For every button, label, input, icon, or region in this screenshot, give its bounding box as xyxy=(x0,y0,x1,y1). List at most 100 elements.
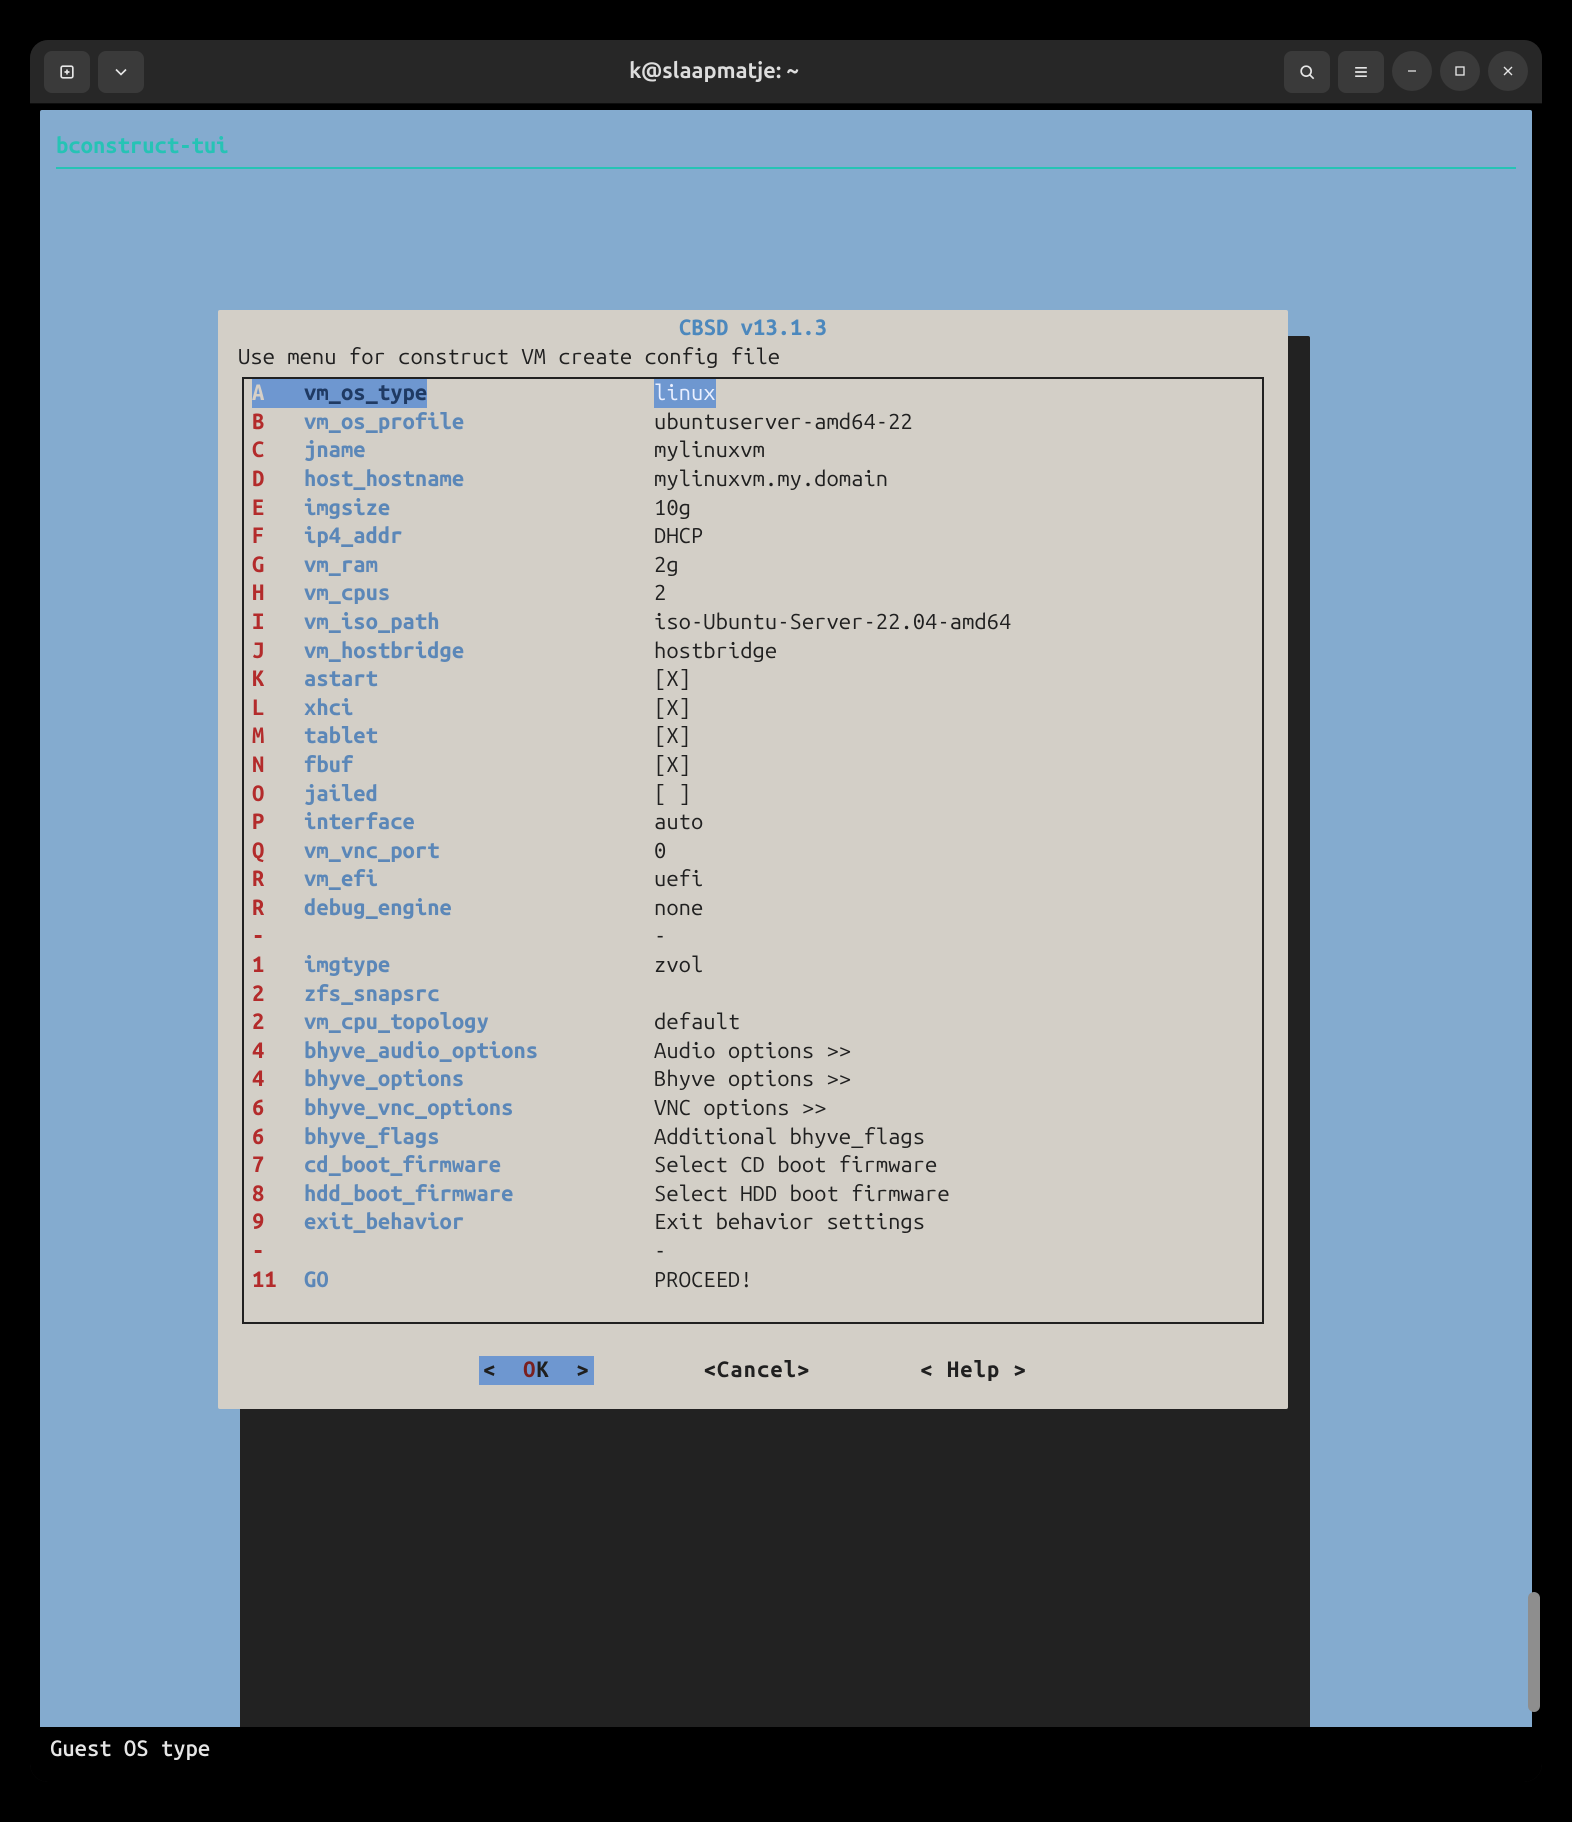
row-field: debug_engine xyxy=(304,894,654,923)
config-row-zfs_snapsrc[interactable]: 2zfs_snapsrc xyxy=(244,980,1262,1009)
row-value: 2g xyxy=(654,551,1254,580)
row-key: K xyxy=(252,665,304,694)
config-row-jailed[interactable]: Ojailed[ ] xyxy=(244,780,1262,809)
search-icon xyxy=(1297,62,1317,82)
config-row-vm_os_type[interactable]: Avm_os_typelinux xyxy=(244,379,1262,408)
config-row-GO[interactable]: 11GOPROCEED! xyxy=(244,1266,1262,1295)
hamburger-menu-button[interactable] xyxy=(1338,51,1384,93)
minimize-button[interactable] xyxy=(1392,51,1432,91)
config-row-sep-19[interactable]: -- xyxy=(244,922,1262,951)
dialog-button-row: < OK > <Cancel> < Help > xyxy=(218,1324,1288,1395)
row-value: Exit behavior settings xyxy=(654,1208,1254,1237)
row-value: [X] xyxy=(654,665,1254,694)
ok-button[interactable]: < OK > xyxy=(479,1356,594,1385)
scrollbar-thumb[interactable] xyxy=(1528,1592,1540,1712)
row-value: mylinuxvm xyxy=(654,436,1254,465)
row-field: fbuf xyxy=(304,751,654,780)
help-button[interactable]: < Help > xyxy=(920,1356,1027,1385)
row-field: vm_ram xyxy=(304,551,654,580)
search-button[interactable] xyxy=(1284,51,1330,93)
config-row-imgsize[interactable]: Eimgsize10g xyxy=(244,494,1262,523)
config-row-cd_boot_firmware[interactable]: 7cd_boot_firmwareSelect CD boot firmware xyxy=(244,1151,1262,1180)
config-row-tablet[interactable]: Mtablet[X] xyxy=(244,722,1262,751)
maximize-button[interactable] xyxy=(1440,51,1480,91)
config-row-host_hostname[interactable]: Dhost_hostnamemylinuxvm.my.domain xyxy=(244,465,1262,494)
config-listbox: Avm_os_typelinuxBvm_os_profileubuntuserv… xyxy=(242,377,1264,1324)
row-value: 0 xyxy=(654,837,1254,866)
dialog-subtitle: Use menu for construct VM create config … xyxy=(218,343,1288,378)
config-row-fbuf[interactable]: Nfbuf[X] xyxy=(244,751,1262,780)
config-row-bhyve_flags[interactable]: 6bhyve_flagsAdditional bhyve_flags xyxy=(244,1123,1262,1152)
row-key: H xyxy=(252,579,304,608)
config-row-jname[interactable]: Cjnamemylinuxvm xyxy=(244,436,1262,465)
row-value: ubuntuserver-amd64-22 xyxy=(654,408,1254,437)
row-field: astart xyxy=(304,665,654,694)
row-key: 1 xyxy=(252,951,304,980)
tab-dropdown-button[interactable] xyxy=(98,51,144,93)
row-key: M xyxy=(252,722,304,751)
config-row-vm_cpus[interactable]: Hvm_cpus2 xyxy=(244,579,1262,608)
close-icon xyxy=(1500,63,1516,79)
close-button[interactable] xyxy=(1488,51,1528,91)
row-field: bhyve_flags xyxy=(304,1123,654,1152)
dialog-title: CBSD v13.1.3 xyxy=(218,314,1288,343)
row-value: Select CD boot firmware xyxy=(654,1151,1254,1180)
row-key: 8 xyxy=(252,1180,304,1209)
row-key: 4 xyxy=(252,1037,304,1066)
config-row-interface[interactable]: Pinterfaceauto xyxy=(244,808,1262,837)
row-field: bhyve_audio_options xyxy=(304,1037,654,1066)
config-row-debug_engine[interactable]: Rdebug_enginenone xyxy=(244,894,1262,923)
new-tab-button[interactable] xyxy=(44,51,90,93)
row-field: xhci xyxy=(304,694,654,723)
maximize-icon xyxy=(1452,63,1468,79)
row-value: 2 xyxy=(654,579,1254,608)
minimize-icon xyxy=(1404,63,1420,79)
config-row-imgtype[interactable]: 1imgtypezvol xyxy=(244,951,1262,980)
row-key: - xyxy=(252,922,304,951)
config-row-vm_vnc_port[interactable]: Qvm_vnc_port0 xyxy=(244,837,1262,866)
config-row-vm_cpu_topology[interactable]: 2vm_cpu_topologydefault xyxy=(244,1008,1262,1037)
row-key: R xyxy=(252,894,304,923)
config-row-ip4_addr[interactable]: Fip4_addrDHCP xyxy=(244,522,1262,551)
config-row-bhyve_audio_options[interactable]: 4bhyve_audio_optionsAudio options >> xyxy=(244,1037,1262,1066)
row-field: vm_cpu_topology xyxy=(304,1008,654,1037)
row-field: vm_efi xyxy=(304,865,654,894)
row-value: zvol xyxy=(654,951,1254,980)
row-value: [X] xyxy=(654,722,1254,751)
cancel-button[interactable]: <Cancel> xyxy=(704,1356,811,1385)
config-row-hdd_boot_firmware[interactable]: 8hdd_boot_firmwareSelect HDD boot firmwa… xyxy=(244,1180,1262,1209)
row-value: default xyxy=(654,1008,1254,1037)
config-row-vm_ram[interactable]: Gvm_ram2g xyxy=(244,551,1262,580)
row-field: vm_os_type xyxy=(304,379,427,408)
config-row-vm_efi[interactable]: Rvm_efiuefi xyxy=(244,865,1262,894)
row-value: Select HDD boot firmware xyxy=(654,1180,1254,1209)
row-value: Additional bhyve_flags xyxy=(654,1123,1254,1152)
row-field: vm_iso_path xyxy=(304,608,654,637)
row-field xyxy=(304,922,654,951)
chevron-down-icon xyxy=(111,62,131,82)
row-value: Bhyve options >> xyxy=(654,1065,1254,1094)
row-field: jname xyxy=(304,436,654,465)
terminal-canvas: bconstruct-tui CBSD v13.1.3 Use menu for… xyxy=(40,110,1532,1750)
row-field: tablet xyxy=(304,722,654,751)
row-field: imgsize xyxy=(304,494,654,523)
row-key: 9 xyxy=(252,1208,304,1237)
config-row-exit_behavior[interactable]: 9exit_behaviorExit behavior settings xyxy=(244,1208,1262,1237)
window-title: k@slaapmatje: ~ xyxy=(152,57,1276,86)
row-field: GO xyxy=(304,1266,654,1295)
row-key: I xyxy=(252,608,304,637)
row-key: R xyxy=(252,865,304,894)
config-row-sep-30[interactable]: -- xyxy=(244,1237,1262,1266)
config-row-vm_iso_path[interactable]: Ivm_iso_pathiso-Ubuntu-Server-22.04-amd6… xyxy=(244,608,1262,637)
row-key: F xyxy=(252,522,304,551)
config-row-bhyve_vnc_options[interactable]: 6bhyve_vnc_optionsVNC options >> xyxy=(244,1094,1262,1123)
row-value: mylinuxvm.my.domain xyxy=(654,465,1254,494)
row-key: - xyxy=(252,1237,304,1266)
row-field xyxy=(304,1237,654,1266)
config-row-vm_hostbridge[interactable]: Jvm_hostbridgehostbridge xyxy=(244,637,1262,666)
config-row-astart[interactable]: Kastart[X] xyxy=(244,665,1262,694)
config-row-xhci[interactable]: Lxhci[X] xyxy=(244,694,1262,723)
config-row-vm_os_profile[interactable]: Bvm_os_profileubuntuserver-amd64-22 xyxy=(244,408,1262,437)
config-row-bhyve_options[interactable]: 4bhyve_optionsBhyve options >> xyxy=(244,1065,1262,1094)
row-key: B xyxy=(252,408,304,437)
